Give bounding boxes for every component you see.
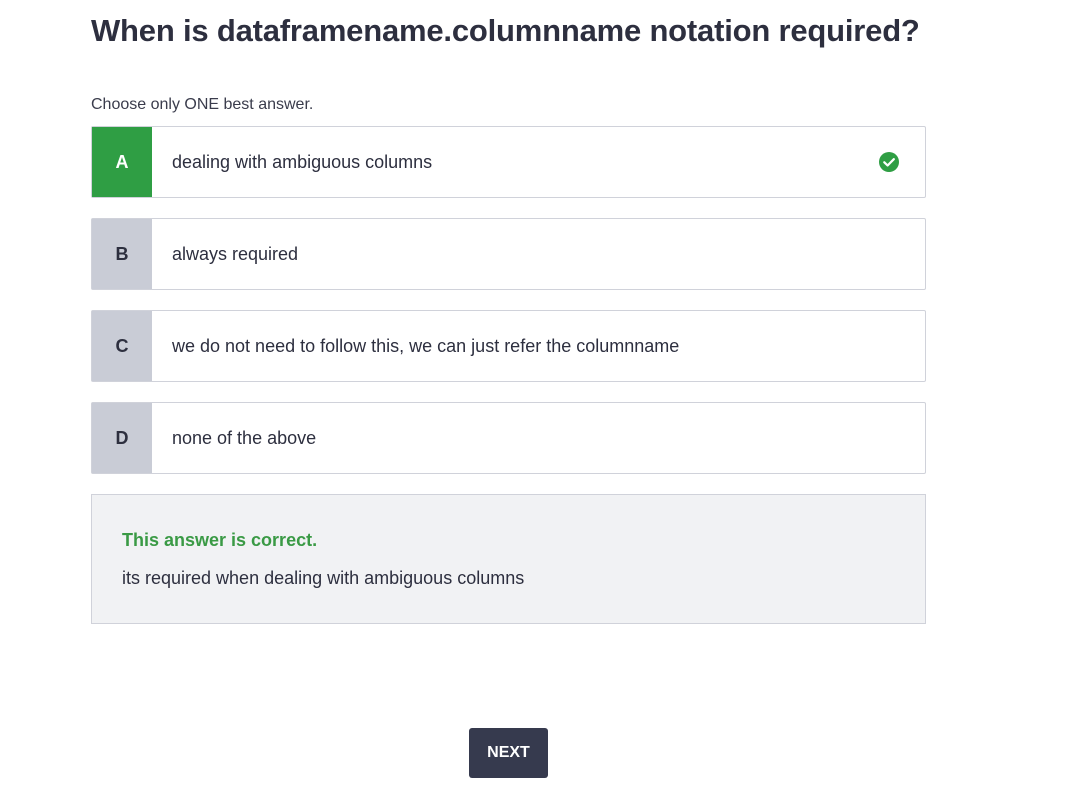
feedback-explanation: its required when dealing with ambiguous… bbox=[122, 568, 525, 588]
next-button[interactable]: NEXT bbox=[469, 728, 548, 778]
check-circle-icon bbox=[879, 152, 899, 172]
option-a[interactable]: A dealing with ambiguous columns bbox=[91, 126, 926, 198]
next-button-wrapper: NEXT bbox=[469, 728, 548, 778]
option-letter: A bbox=[92, 127, 152, 197]
feedback-title: This answer is correct. bbox=[122, 530, 318, 550]
answer-instructions: Choose only ONE best answer. bbox=[91, 96, 314, 113]
option-d[interactable]: D none of the above bbox=[91, 402, 926, 474]
question-title: When is dataframename.columnname notatio… bbox=[91, 13, 920, 48]
option-c[interactable]: C we do not need to follow this, we can … bbox=[91, 310, 926, 382]
option-b[interactable]: B always required bbox=[91, 218, 926, 290]
quiz-container: When is dataframename.columnname notatio… bbox=[91, 0, 926, 624]
option-letter: B bbox=[92, 219, 152, 289]
option-text: none of the above bbox=[172, 427, 317, 448]
option-text: we do not need to follow this, we can ju… bbox=[172, 335, 680, 356]
feedback-panel: This answer is correct. its required whe… bbox=[91, 494, 926, 624]
option-letter: D bbox=[92, 403, 152, 473]
option-text: always required bbox=[172, 243, 299, 264]
answer-options: A dealing with ambiguous columns B alway… bbox=[91, 126, 926, 474]
option-letter: C bbox=[92, 311, 152, 381]
option-text: dealing with ambiguous columns bbox=[172, 151, 433, 172]
